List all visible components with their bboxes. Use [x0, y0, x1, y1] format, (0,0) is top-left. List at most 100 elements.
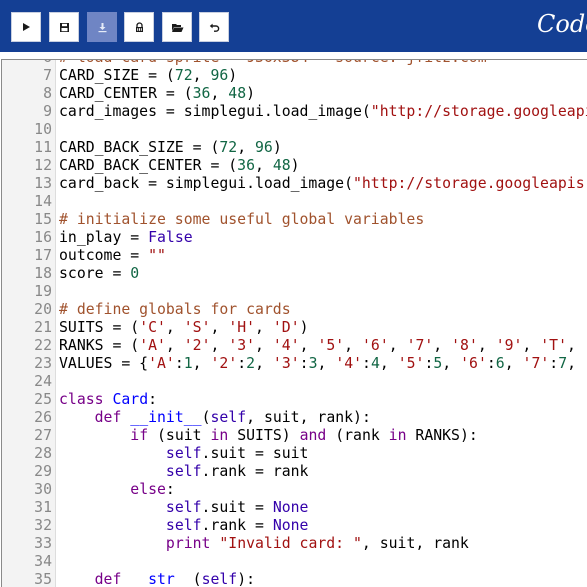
code-line[interactable]: 26 def __init__(self, suit, rank):	[2, 409, 587, 427]
code-token-plain: , suit, rank	[361, 535, 469, 552]
line-number: 17	[34, 247, 52, 264]
code-token-plain: RANKS):	[406, 427, 478, 444]
code-token-plain: (rank	[326, 427, 389, 444]
code-token-plain: .suit = suit	[201, 445, 309, 462]
fresh-url-button[interactable]	[124, 12, 154, 42]
code-token-string: '4'	[335, 355, 363, 372]
code-token-number: 36	[192, 85, 211, 102]
code-token-string: '9'	[495, 337, 523, 354]
code-line[interactable]: 17 outcome = ""	[2, 247, 587, 265]
reset-button[interactable]	[199, 12, 229, 42]
code-line[interactable]: 25 class Card:	[2, 391, 587, 409]
code-token-def: __str__	[130, 571, 193, 587]
code-token-plain: ,	[210, 85, 229, 102]
code-text: SUITS = ('C', 'S', 'H', 'D')	[59, 319, 309, 337]
code-line[interactable]: 32 self.rank = None	[2, 517, 587, 535]
code-token-keyword: in	[388, 427, 407, 444]
line-number: 7	[43, 67, 52, 84]
code-token-keyword: def	[94, 571, 122, 587]
code-token-comment: # initialize some useful global variable…	[59, 211, 425, 228]
code-token-comment: # load card sprite - 936x384 - source: j…	[59, 60, 487, 66]
line-number: 32	[34, 517, 52, 534]
code-token-plain: .rank = rank	[201, 463, 309, 480]
code-line[interactable]: 22 RANKS = ('A', '2', '3', '4', '5', '6',…	[2, 337, 587, 355]
code-token-plain: SUITS)	[228, 427, 300, 444]
code-token-keyword: print	[165, 535, 211, 552]
code-token-plain: ,	[379, 355, 398, 372]
line-number: 25	[34, 391, 52, 408]
code-line[interactable]: 14	[2, 193, 587, 211]
download-button[interactable]	[87, 12, 117, 42]
code-line[interactable]: 13 card_back = simplegui.load_image("http…	[2, 175, 587, 193]
undo-icon	[209, 23, 219, 32]
code-line[interactable]: 20 # define globals for cards	[2, 301, 587, 319]
code-token-plain: ):	[237, 571, 256, 587]
code-token-number: 96	[255, 139, 273, 156]
code-token-plain: :	[362, 355, 371, 372]
code-token-string: '5'	[317, 337, 345, 354]
code-line[interactable]: 23 VALUES = {'A':1, '2':2, '3':3, '4':4, …	[2, 355, 587, 373]
code-token-plain: , suit, rank):	[246, 409, 371, 426]
code-line[interactable]: 28 self.suit = suit	[2, 445, 587, 463]
code-line[interactable]: 7 CARD_SIZE = (72, 96)	[2, 67, 587, 85]
code-token-plain: :	[165, 481, 175, 498]
line-number: 19	[34, 283, 52, 300]
code-line[interactable]: 30 else:	[2, 481, 587, 499]
code-line[interactable]: 11 CARD_BACK_SIZE = (72, 96)	[2, 139, 587, 157]
line-number: 31	[34, 499, 52, 516]
code-line[interactable]: 35 def __str__(self):	[2, 571, 587, 587]
code-token-plain: ,	[317, 355, 336, 372]
code-token-number: 2	[246, 355, 256, 372]
code-line[interactable]: 8 CARD_CENTER = (36, 48)	[2, 85, 587, 103]
code-line[interactable]: 34	[2, 553, 587, 571]
code-token-keyword: in	[210, 427, 229, 444]
floppy-icon	[59, 22, 69, 32]
run-button[interactable]	[11, 12, 41, 42]
code-line[interactable]: 27 if (suit in SUITS) and (rank in RANKS…	[2, 427, 587, 445]
code-token-number: 72	[219, 139, 238, 156]
code-line[interactable]: 18 score = 0	[2, 265, 587, 283]
code-token-plain: )	[272, 139, 282, 156]
code-token-builtin: self	[165, 463, 202, 480]
line-number: 33	[34, 535, 52, 552]
code-editor[interactable]: 6 # load card sprite - 936x384 - source: …	[1, 59, 587, 587]
code-line[interactable]: 9 card_images = simplegui.load_image("htt…	[2, 103, 587, 121]
code-line[interactable]: 10	[2, 121, 587, 139]
open-button[interactable]	[162, 12, 192, 42]
code-text: CARD_SIZE = (72, 96)	[59, 67, 237, 85]
code-line[interactable]: 21 SUITS = ('C', 'S', 'H', 'D')	[2, 319, 587, 337]
code-line[interactable]: 24	[2, 373, 587, 391]
code-line[interactable]: 19	[2, 283, 587, 301]
code-line[interactable]: 29 self.rank = rank	[2, 463, 587, 481]
code-token-string: '7'	[522, 355, 550, 372]
code-text: class Card:	[59, 391, 157, 409]
code-token-plain: CARD_CENTER = (	[59, 85, 193, 102]
code-token-builtin: None	[272, 499, 309, 516]
code-token-plain: (	[201, 409, 211, 426]
code-line[interactable]: 15 # initialize some useful global variab…	[2, 211, 587, 229]
save-button[interactable]	[49, 12, 79, 42]
line-number: 26	[34, 409, 52, 426]
line-number: 8	[43, 85, 52, 102]
code-token-builtin: None	[272, 517, 309, 534]
code-token-plain: ,	[237, 139, 256, 156]
code-line[interactable]: 31 self.suit = None	[2, 499, 587, 517]
code-line[interactable]: 16 in_play = False	[2, 229, 587, 247]
code-line[interactable]: 6 # load card sprite - 936x384 - source: …	[2, 60, 587, 67]
code-text: def __str__(self):	[59, 571, 255, 587]
code-token-plain: ,	[255, 319, 273, 336]
code-line[interactable]: 12 CARD_BACK_CENTER = (36, 48)	[2, 157, 587, 175]
code-token-plain: )	[290, 157, 300, 174]
line-number: 23	[34, 355, 52, 372]
code-line[interactable]: 33 print "Invalid card: ", suit, rank	[2, 535, 587, 553]
code-token-plain: ,	[433, 337, 452, 354]
code-text: CARD_CENTER = (36, 48)	[59, 85, 255, 103]
code-token-plain: ,	[522, 337, 541, 354]
